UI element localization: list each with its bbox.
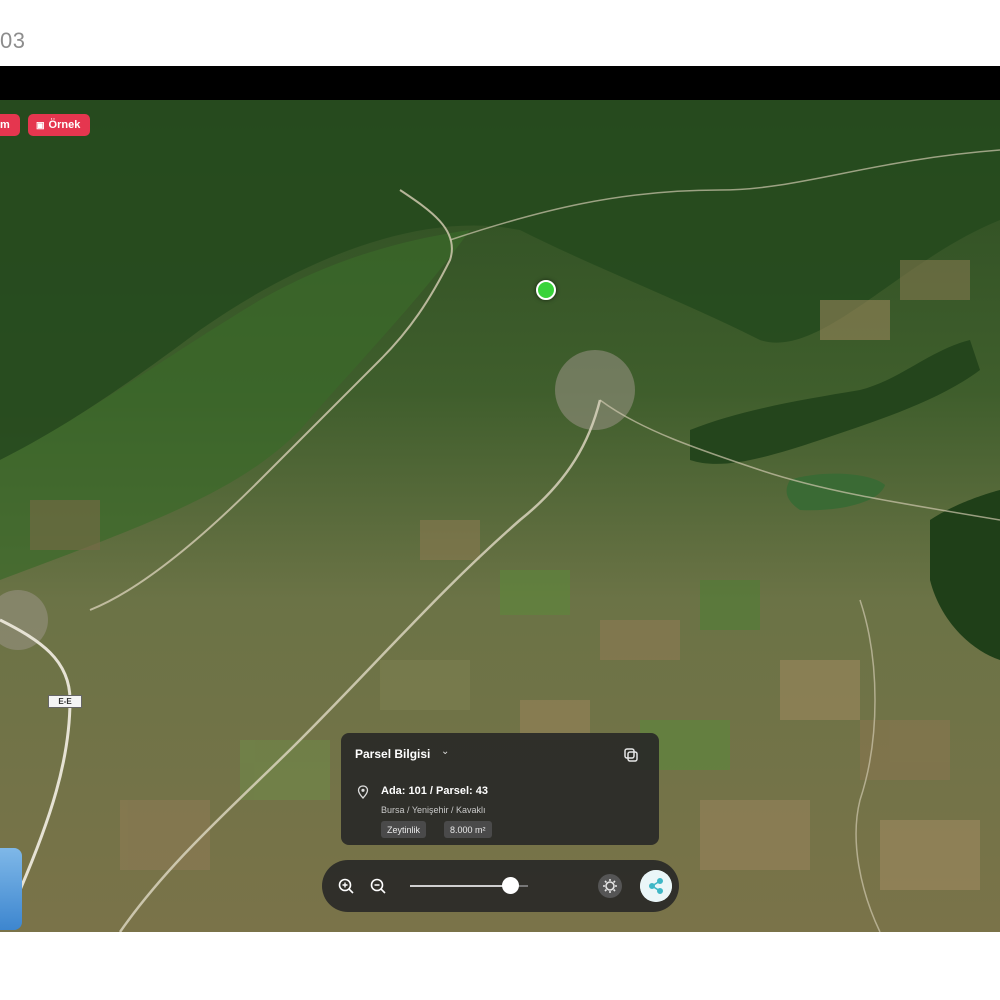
chevron-down-icon[interactable]: ⌄ [441,746,449,757]
panel-title[interactable]: Parsel Bilgisi [355,747,430,761]
map-toolbar [322,860,679,912]
top-black-bar [0,66,1000,100]
parcel-location: Bursa / Yenişehir / Kavaklı [381,805,486,815]
zoom-slider-thumb[interactable] [501,877,519,894]
zoom-slider-fill [410,885,511,887]
camera-icon: ▣ [36,119,45,130]
area-badge: 8.000 m² [444,821,492,838]
share-icon[interactable] [640,870,672,902]
zoom-out-icon[interactable] [366,874,390,898]
copy-icon[interactable] [623,747,639,763]
road-number-badge: E-E [48,695,82,708]
land-type-badge: Zeytinlik [381,821,427,838]
gear-icon[interactable] [598,874,622,898]
page-number-label: 03 [0,28,26,53]
zoom-in-icon[interactable] [334,874,358,898]
location-marker[interactable] [536,280,556,300]
example-tag-button[interactable]: ▣ Örnek [28,114,90,136]
left-edge-blue-chip[interactable] [0,848,22,930]
example-tag-label: Örnek [48,119,81,131]
map-tag-left-label: m [0,119,10,131]
location-pin-icon [357,785,369,799]
parcel-number: Ada: 101 / Parsel: 43 [381,785,489,797]
parcel-info-panel: Parsel Bilgisi ⌄ Ada: 101 / Parsel: 43 B… [341,733,659,845]
map-tag-left[interactable]: m [0,114,20,136]
